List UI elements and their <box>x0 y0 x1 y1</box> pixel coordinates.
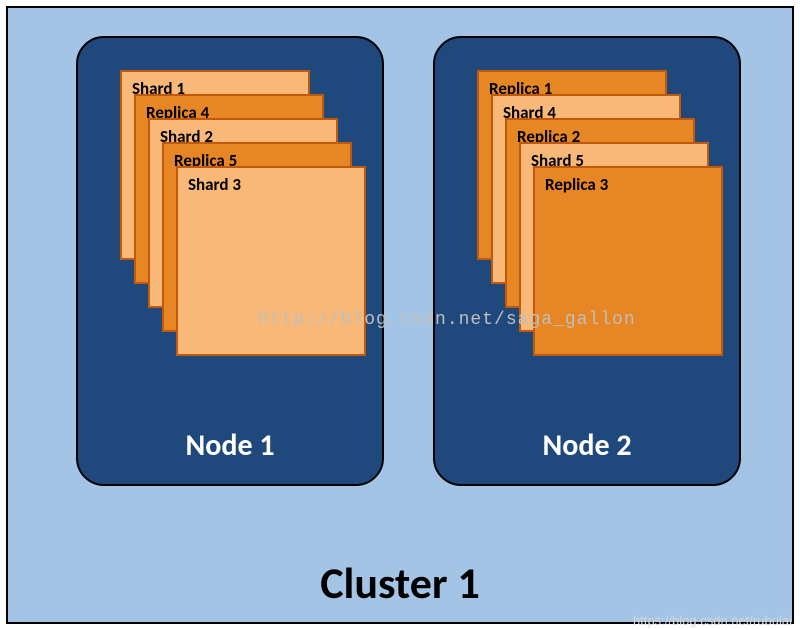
credit-text: https://blog.csdn.net/rubulai <box>633 613 792 628</box>
node-1-title: Node 1 <box>78 427 382 464</box>
card-label: Shard 3 <box>188 174 241 195</box>
cluster-frame: Shard 1 Replica 4 Shard 2 Replica 5 Shar… <box>6 6 794 624</box>
node-2: Replica 1 Shard 4 Replica 2 Shard 5 Repl… <box>433 36 741 486</box>
node-2-title: Node 2 <box>435 427 739 464</box>
card-replica-3: Replica 3 <box>533 166 723 356</box>
node-2-card-stack: Replica 1 Shard 4 Replica 2 Shard 5 Repl… <box>477 70 709 350</box>
card-label: Replica 3 <box>545 174 608 195</box>
node-1: Shard 1 Replica 4 Shard 2 Replica 5 Shar… <box>76 36 384 486</box>
cluster-title: Cluster 1 <box>8 556 792 610</box>
node-1-card-stack: Shard 1 Replica 4 Shard 2 Replica 5 Shar… <box>120 70 352 350</box>
card-shard-3: Shard 3 <box>176 166 366 356</box>
